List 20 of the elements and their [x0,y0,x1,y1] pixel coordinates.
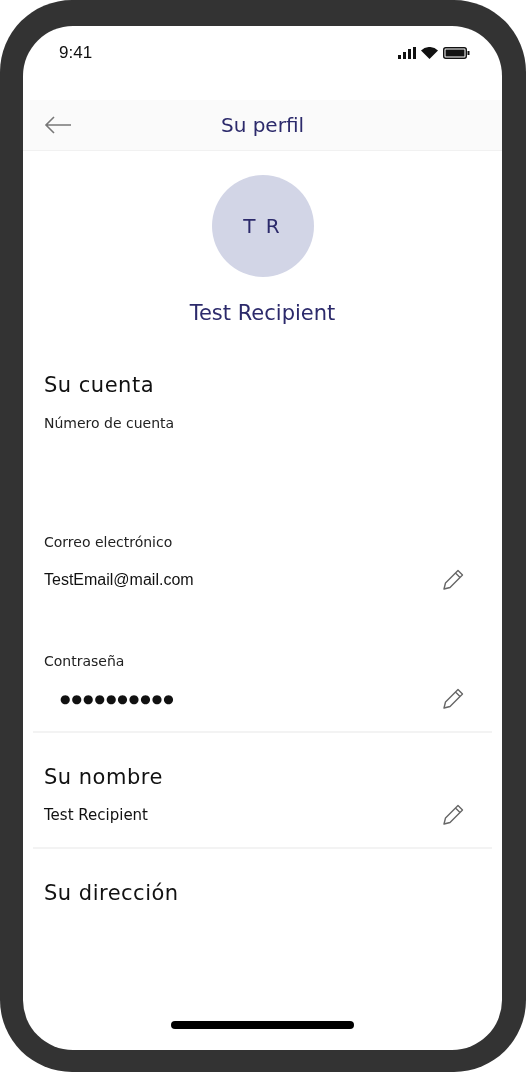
pencil-icon [440,802,466,828]
battery-icon [443,47,470,59]
field-label: Contraseña [44,652,126,671]
field-label: Correo electrónico [44,533,174,552]
section-heading: Su nombre [44,764,164,791]
status-time: 9:41 [59,43,93,63]
pencil-icon [440,686,466,712]
avatar: T R [211,175,314,277]
field-label: Número de cuenta [44,414,176,433]
section-heading: Su cuenta [44,372,155,399]
section-heading: Su dirección [44,880,180,907]
pencil-icon [440,567,466,593]
signal-icon [398,47,416,59]
page-title: Su perfil [219,113,306,137]
password-value: ●●●●●●●●●● [59,692,176,706]
profile-name: Test Recipient [189,301,336,325]
field-value: TestEmail@mail.com [44,571,195,589]
wifi-icon [421,47,438,59]
field-value: Test Recipient [44,806,149,824]
back-arrow-icon [44,116,72,134]
